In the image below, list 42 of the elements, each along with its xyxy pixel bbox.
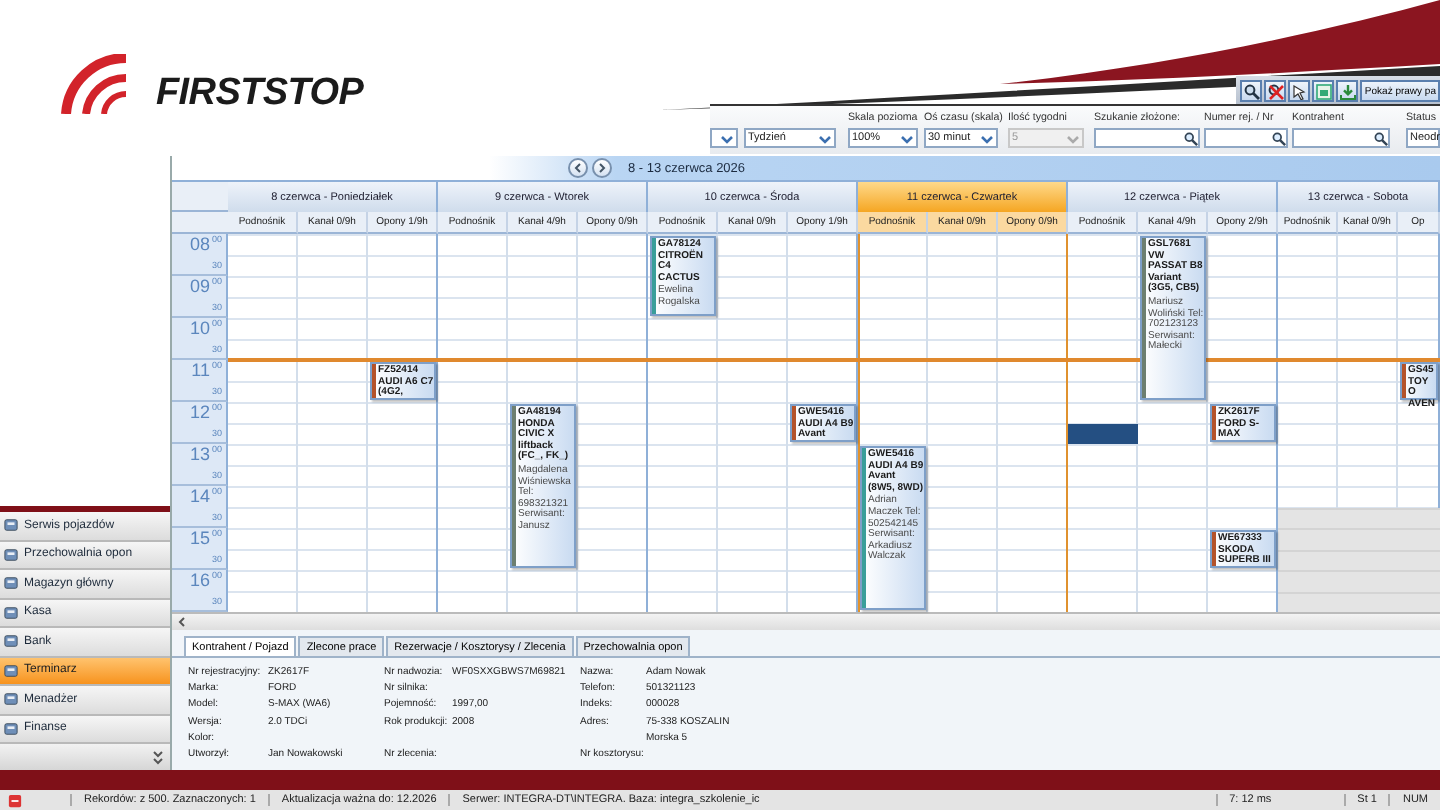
next-button[interactable] [592, 158, 612, 178]
clear-button[interactable] [1264, 80, 1287, 102]
search-icon [1374, 131, 1388, 145]
module-icon [4, 547, 18, 562]
clear-search-icon [1267, 83, 1284, 99]
hour-label: 09 [189, 276, 210, 296]
search-field[interactable] [1292, 128, 1390, 148]
module-icon [4, 721, 18, 736]
window-button[interactable] [1312, 80, 1335, 102]
horizontal-scrollbar[interactable] [172, 612, 1440, 630]
expand-icon[interactable] [152, 749, 164, 765]
status-icon [8, 793, 22, 807]
window-icon [1315, 83, 1332, 99]
scroll-left-icon [176, 616, 188, 628]
pointer-icon [1291, 83, 1308, 99]
module-icon [4, 576, 18, 591]
dropdown-field[interactable] [710, 128, 738, 148]
module-icon [4, 634, 18, 649]
hour-label: 15 [189, 528, 210, 548]
search-field[interactable] [1094, 128, 1200, 148]
download-button[interactable] [1336, 80, 1359, 102]
hour-label: 08 [189, 234, 210, 254]
search-icon [1184, 131, 1198, 145]
hour-label: 16 [189, 570, 210, 590]
pointer-button[interactable] [1288, 80, 1311, 102]
search-icon [1243, 83, 1260, 99]
previous-button[interactable] [568, 158, 588, 178]
hour-label: 11 [191, 360, 210, 380]
search-icon [1272, 131, 1286, 145]
selected-slot[interactable] [1068, 423, 1138, 444]
module-icon [4, 692, 18, 707]
search-field[interactable] [1204, 128, 1288, 148]
hour-label: 14 [189, 486, 210, 506]
logo-text: FIRSTSTOP [156, 74, 364, 114]
hour-label: 13 [189, 444, 210, 464]
module-icon [4, 663, 18, 678]
hour-label: 10 [189, 318, 210, 338]
hour-label: 12 [189, 402, 210, 422]
module-icon [4, 605, 18, 620]
module-icon [4, 518, 18, 533]
download-icon [1339, 83, 1356, 99]
search-button[interactable] [1240, 80, 1263, 102]
